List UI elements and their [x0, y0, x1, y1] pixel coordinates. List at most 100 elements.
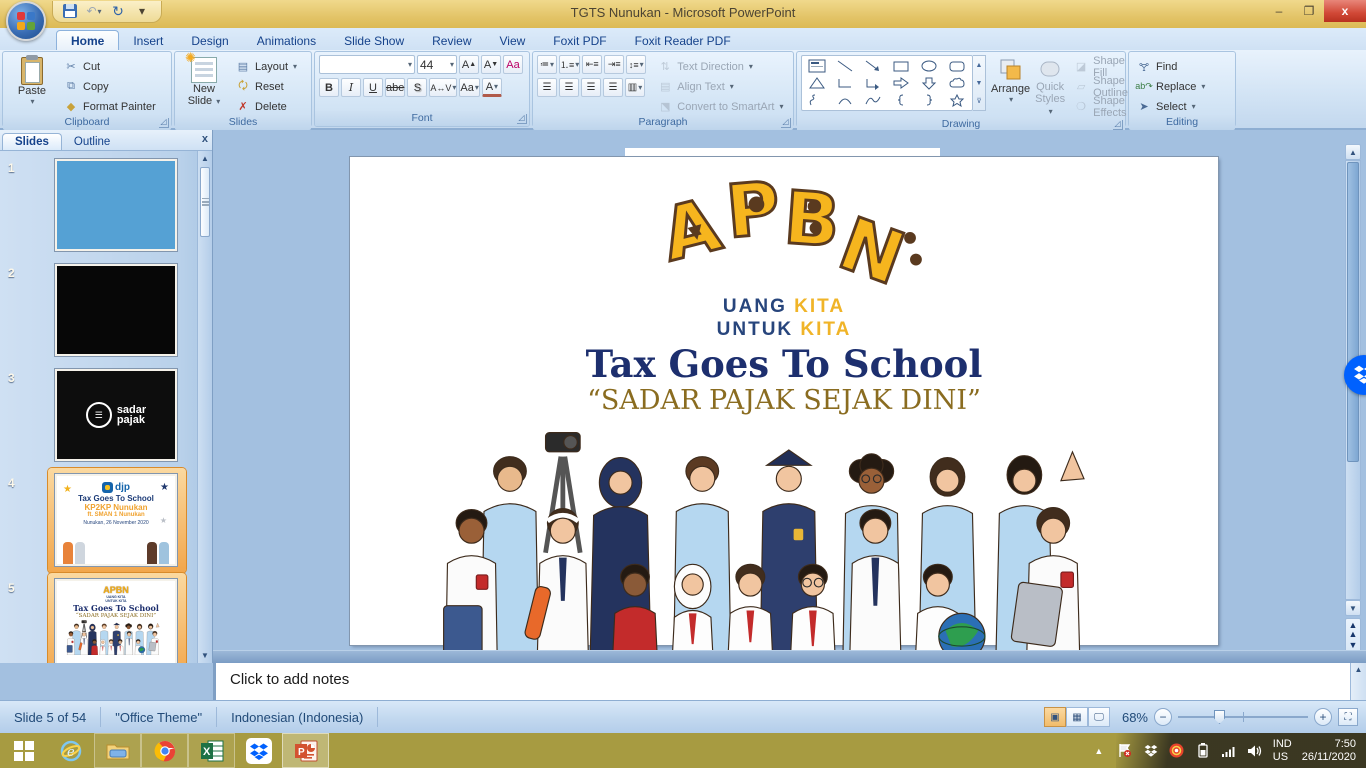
copy-button[interactable]: ⧉Copy: [60, 78, 159, 95]
tab-insert[interactable]: Insert: [119, 31, 177, 50]
slide-show-view-button[interactable]: 🖵: [1088, 707, 1110, 727]
select-button[interactable]: ➤Select▾: [1133, 98, 1208, 115]
restore-button[interactable]: ❐: [1294, 0, 1324, 22]
tab-design[interactable]: Design: [177, 31, 242, 50]
font-dialog-launcher[interactable]: ◿: [517, 114, 527, 124]
decrease-indent-button[interactable]: ⇤≡: [582, 55, 602, 74]
fit-to-window-button[interactable]: ⛶: [1338, 708, 1358, 726]
start-button[interactable]: [0, 733, 47, 768]
shapes-gallery-scrollbar[interactable]: ▲▼⊽: [973, 55, 986, 111]
scroll-down-icon[interactable]: ▼: [198, 648, 212, 663]
zoom-out-button[interactable]: −: [1154, 708, 1172, 726]
slide-sorter-view-button[interactable]: ▦: [1066, 707, 1088, 727]
slide-thumbnail-3[interactable]: ☰ sadarpajak: [55, 369, 177, 461]
editor-scroll-up-icon[interactable]: ▲: [1345, 144, 1361, 160]
text-direction-button[interactable]: ⇅Text Direction▾: [654, 58, 786, 75]
bold-button[interactable]: B: [319, 78, 339, 97]
font-color-button[interactable]: A▾: [482, 78, 502, 97]
theme-indicator[interactable]: "Office Theme": [101, 707, 217, 727]
cut-button[interactable]: ✂Cut: [60, 58, 159, 75]
chrome-button[interactable]: [141, 733, 188, 768]
tab-review[interactable]: Review: [418, 31, 485, 50]
volume-icon[interactable]: [1247, 743, 1263, 759]
layout-button[interactable]: ▤Layout▾: [232, 58, 300, 75]
zoom-slider[interactable]: [1178, 708, 1308, 726]
clock[interactable]: 7:5026/11/2020: [1302, 738, 1356, 764]
normal-view-button[interactable]: ▣: [1044, 707, 1066, 727]
shapes-gallery[interactable]: [801, 55, 973, 111]
align-right-button[interactable]: ☰: [581, 78, 601, 97]
font-name-combo[interactable]: ▾: [319, 55, 415, 74]
slide-thumbnail-4[interactable]: ★ ★ ★ djp Tax Goes To School KP2KP Nunuk…: [55, 474, 177, 566]
language-indicator-tray[interactable]: INDUS: [1273, 738, 1292, 764]
bullets-button[interactable]: ≔▾: [537, 55, 557, 74]
strikethrough-button[interactable]: abe: [385, 78, 405, 97]
italic-button[interactable]: I: [341, 78, 361, 97]
format-painter-button[interactable]: ◆Format Painter: [60, 98, 159, 115]
tab-foxit-pdf[interactable]: Foxit PDF: [539, 31, 620, 50]
align-center-button[interactable]: ☰: [559, 78, 579, 97]
notes-placeholder[interactable]: Click to add notes: [230, 671, 349, 688]
zoom-in-button[interactable]: +: [1314, 708, 1332, 726]
reset-button[interactable]: 🗘Reset: [232, 78, 300, 95]
numbering-button[interactable]: ⒈≡▾: [559, 55, 580, 74]
panel-tab-outline[interactable]: Outline: [62, 134, 122, 150]
align-left-button[interactable]: ☰: [537, 78, 557, 97]
align-text-button[interactable]: ▤Align Text▾: [654, 78, 786, 95]
recorder-tray-icon[interactable]: [1169, 743, 1185, 759]
paragraph-dialog-launcher[interactable]: ◿: [781, 118, 791, 128]
scrollbar-thumb[interactable]: [200, 167, 210, 237]
powerpoint-taskbar-button[interactable]: P: [282, 733, 329, 768]
battery-icon[interactable]: [1195, 743, 1211, 759]
zoom-level[interactable]: 68%: [1116, 710, 1148, 725]
slide-thumbnail-2[interactable]: [55, 264, 177, 356]
slides-panel-scrollbar[interactable]: ▲ ▼: [197, 151, 212, 663]
dropbox-tray-icon[interactable]: [1143, 743, 1159, 759]
editor-scrollbar-thumb[interactable]: [1347, 162, 1359, 462]
slide-thumbnail-1[interactable]: [55, 159, 177, 251]
columns-button[interactable]: ▥▾: [625, 78, 645, 97]
slide-thumbnail-5[interactable]: APBN UANG KITA UNTUK KITA Tax Goes To Sc…: [55, 579, 177, 663]
clipboard-dialog-launcher[interactable]: ◿: [159, 118, 169, 128]
network-signal-icon[interactable]: [1221, 743, 1237, 759]
internet-explorer-button[interactable]: e: [47, 733, 94, 768]
tab-foxit-reader-pdf[interactable]: Foxit Reader PDF: [621, 31, 745, 50]
new-slide-button[interactable]: New Slide ▾: [179, 55, 229, 115]
font-size-combo[interactable]: 44▾: [417, 55, 457, 74]
shrink-font-button[interactable]: A▼: [481, 55, 501, 74]
clear-formatting-button[interactable]: Aa: [503, 55, 523, 74]
change-case-button[interactable]: Aa▾: [459, 78, 479, 97]
drawing-dialog-launcher[interactable]: ◿: [1113, 120, 1123, 130]
text-shadow-button[interactable]: S: [407, 78, 427, 97]
panel-close-button[interactable]: x: [202, 133, 208, 145]
replace-button[interactable]: ab↷Replace▾: [1133, 78, 1208, 95]
file-explorer-button[interactable]: [94, 733, 141, 768]
arrange-button[interactable]: Arrange▾: [991, 55, 1030, 117]
zoom-slider-thumb[interactable]: [1214, 710, 1225, 724]
current-slide-canvas[interactable]: UANG KITA UNTUK KITA Tax Goes To School …: [350, 157, 1218, 645]
excel-button[interactable]: X: [188, 733, 235, 768]
underline-button[interactable]: U: [363, 78, 383, 97]
tab-home[interactable]: Home: [56, 30, 119, 50]
hidden-icons-button[interactable]: ▲: [1091, 743, 1107, 759]
paste-button[interactable]: Paste▾: [7, 55, 57, 115]
editor-scroll-down-icon[interactable]: ▼: [1345, 600, 1361, 616]
convert-smartart-button[interactable]: ⬔Convert to SmartArt▾: [654, 98, 786, 115]
line-spacing-button[interactable]: ↕≡▾: [626, 55, 646, 74]
panel-tab-slides[interactable]: Slides: [2, 133, 62, 150]
increase-indent-button[interactable]: ⇥≡: [604, 55, 624, 74]
close-button[interactable]: x: [1324, 0, 1366, 22]
justify-button[interactable]: ☰: [603, 78, 623, 97]
language-indicator[interactable]: Indonesian (Indonesia): [217, 707, 378, 727]
tab-slide-show[interactable]: Slide Show: [330, 31, 418, 50]
action-center-flag-icon[interactable]: [1117, 743, 1133, 759]
office-button[interactable]: [6, 1, 46, 41]
tab-animations[interactable]: Animations: [243, 31, 330, 50]
minimize-button[interactable]: –: [1264, 0, 1294, 22]
notes-scrollbar[interactable]: ▲: [1350, 663, 1366, 700]
quick-styles-button[interactable]: Quick Styles ▾: [1035, 55, 1065, 117]
grow-font-button[interactable]: A▲: [459, 55, 479, 74]
tab-view[interactable]: View: [486, 31, 540, 50]
scroll-up-icon[interactable]: ▲: [198, 151, 212, 166]
dropbox-taskbar-button[interactable]: [235, 733, 282, 768]
